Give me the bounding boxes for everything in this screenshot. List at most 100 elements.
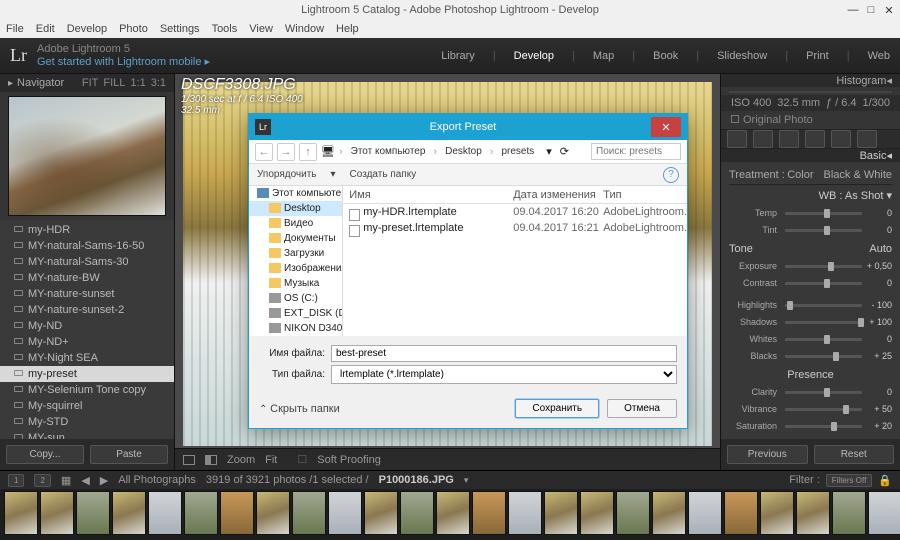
histogram[interactable] <box>729 91 892 93</box>
tree-node[interactable]: Изображения <box>249 261 342 276</box>
clarity-slider[interactable] <box>785 391 862 394</box>
module-slideshow[interactable]: Slideshow <box>717 50 767 62</box>
reset-button[interactable]: Reset <box>814 445 895 464</box>
module-print[interactable]: Print <box>806 50 829 62</box>
wb-dropdown[interactable]: As Shot <box>845 190 884 202</box>
col-type[interactable]: Тип <box>603 189 687 201</box>
preset-item[interactable]: my-preset <box>0 366 174 382</box>
highlights-slider[interactable] <box>785 304 862 307</box>
cancel-button[interactable]: Отмена <box>607 399 677 418</box>
exposure-slider[interactable] <box>785 265 862 268</box>
preset-item[interactable]: My-ND <box>0 318 174 334</box>
help-icon[interactable]: ? <box>663 167 679 183</box>
filter-dropdown[interactable]: Filters Off <box>826 474 873 487</box>
tree-node[interactable]: Музыка <box>249 276 342 291</box>
radial-filter-icon[interactable] <box>831 130 851 148</box>
hide-folders-toggle[interactable]: ⌃ Скрыть папки <box>259 403 340 415</box>
crop-tool-icon[interactable] <box>727 130 747 148</box>
filmstrip-thumbs[interactable] <box>0 489 900 539</box>
dialog-search-input[interactable] <box>591 143 681 160</box>
preset-item[interactable]: My-squirrel <box>0 398 174 414</box>
preset-item[interactable]: My-ND+ <box>0 334 174 350</box>
copy-button[interactable]: Copy... <box>6 445 84 464</box>
filmstrip-thumb[interactable] <box>688 491 722 535</box>
col-date[interactable]: Дата изменения <box>513 189 603 201</box>
filmstrip-thumb[interactable] <box>292 491 326 535</box>
redeye-tool-icon[interactable] <box>779 130 799 148</box>
tint-slider[interactable] <box>785 229 862 232</box>
menu-develop[interactable]: Develop <box>67 23 107 35</box>
nav-back-icon[interactable]: ← <box>255 143 273 161</box>
filmstrip-thumb[interactable] <box>40 491 74 535</box>
filename-input[interactable] <box>331 345 677 362</box>
filmstrip-thumb[interactable] <box>472 491 506 535</box>
filmstrip-thumb[interactable] <box>148 491 182 535</box>
spot-tool-icon[interactable] <box>753 130 773 148</box>
filmstrip-thumb[interactable] <box>436 491 470 535</box>
col-name[interactable]: Имя <box>343 189 513 201</box>
treatment-bw[interactable]: Black & White <box>824 169 892 181</box>
module-develop[interactable]: Develop <box>514 50 554 62</box>
navigator-preview[interactable] <box>8 96 166 216</box>
nav-opt-fill[interactable]: FILL <box>103 77 125 89</box>
preset-item[interactable]: my-HDR <box>0 222 174 238</box>
whites-slider[interactable] <box>785 338 862 341</box>
file-row[interactable]: my-HDR.lrtemplate09.04.2017 16:20AdobeLi… <box>343 204 687 220</box>
dialog-close-button[interactable]: ✕ <box>651 117 681 137</box>
filmstrip-thumb[interactable] <box>328 491 362 535</box>
filmstrip-thumb[interactable] <box>544 491 578 535</box>
menu-edit[interactable]: Edit <box>36 23 55 35</box>
menu-tools[interactable]: Tools <box>212 23 238 35</box>
filetype-select[interactable]: lrtemplate (*.lrtemplate) <box>331 365 677 384</box>
fwd-icon[interactable]: ▶ <box>100 474 108 487</box>
grid-icon[interactable]: ▦ <box>61 474 71 487</box>
filmstrip-thumb[interactable] <box>364 491 398 535</box>
vibrance-slider[interactable] <box>785 408 862 411</box>
tree-node[interactable]: Загрузки <box>249 246 342 261</box>
module-map[interactable]: Map <box>593 50 614 62</box>
preset-item[interactable]: MY-sun <box>0 430 174 439</box>
module-web[interactable]: Web <box>868 50 890 62</box>
crumb-presets[interactable]: presets <box>497 146 538 157</box>
tree-node[interactable]: EXT_DISK (D:) <box>249 306 342 321</box>
preset-item[interactable]: MY-nature-sunset <box>0 286 174 302</box>
preset-item[interactable]: MY-nature-BW <box>0 270 174 286</box>
preset-item[interactable]: MY-Night SEA <box>0 350 174 366</box>
module-library[interactable]: Library <box>441 50 475 62</box>
file-row[interactable]: my-preset.lrtemplate09.04.2017 16:21Adob… <box>343 220 687 236</box>
tree-node[interactable]: Этот компьютер <box>249 186 342 201</box>
monitor-2[interactable]: 2 <box>34 474 50 487</box>
nav-opt-fit[interactable]: FIT <box>82 77 99 89</box>
treatment-color[interactable]: Color <box>787 169 813 181</box>
back-icon[interactable]: ◀ <box>81 474 89 487</box>
tree-node[interactable]: Desktop <box>249 201 342 216</box>
nav-up-icon[interactable]: ↑ <box>299 143 317 161</box>
close-button[interactable]: ✕ <box>880 2 898 18</box>
nav-opt-1:1[interactable]: 1:1 <box>130 77 145 89</box>
monitor-1[interactable]: 1 <box>8 474 24 487</box>
previous-button[interactable]: Previous <box>727 445 808 464</box>
refresh-icon[interactable]: ⟳ <box>560 145 569 158</box>
save-button[interactable]: Сохранить <box>515 399 599 418</box>
filmstrip-thumb[interactable] <box>580 491 614 535</box>
menu-settings[interactable]: Settings <box>160 23 200 35</box>
filmstrip-thumb[interactable] <box>724 491 758 535</box>
nav-opt-3:1[interactable]: 3:1 <box>151 77 166 89</box>
loupe-view-icon[interactable] <box>183 455 195 465</box>
tree-node[interactable]: Документы <box>249 231 342 246</box>
source-label[interactable]: All Photographs <box>118 474 196 486</box>
original-photo-toggle[interactable]: Original Photo <box>743 114 813 126</box>
filmstrip-thumb[interactable] <box>400 491 434 535</box>
module-book[interactable]: Book <box>653 50 678 62</box>
crumb-pc[interactable]: Этот компьютер <box>347 146 430 157</box>
maximize-button[interactable]: □ <box>862 2 880 18</box>
preset-item[interactable]: MY-natural-Sams-16-50 <box>0 238 174 254</box>
filmstrip-thumb[interactable] <box>652 491 686 535</box>
preset-item[interactable]: MY-Selenium Tone copy <box>0 382 174 398</box>
soft-proofing-toggle[interactable]: Soft Proofing <box>317 454 381 466</box>
compare-view-icon[interactable] <box>205 455 217 465</box>
preset-item[interactable]: MY-nature-sunset-2 <box>0 302 174 318</box>
filmstrip-thumb[interactable] <box>508 491 542 535</box>
menu-window[interactable]: Window <box>285 23 324 35</box>
filmstrip-thumb[interactable] <box>256 491 290 535</box>
